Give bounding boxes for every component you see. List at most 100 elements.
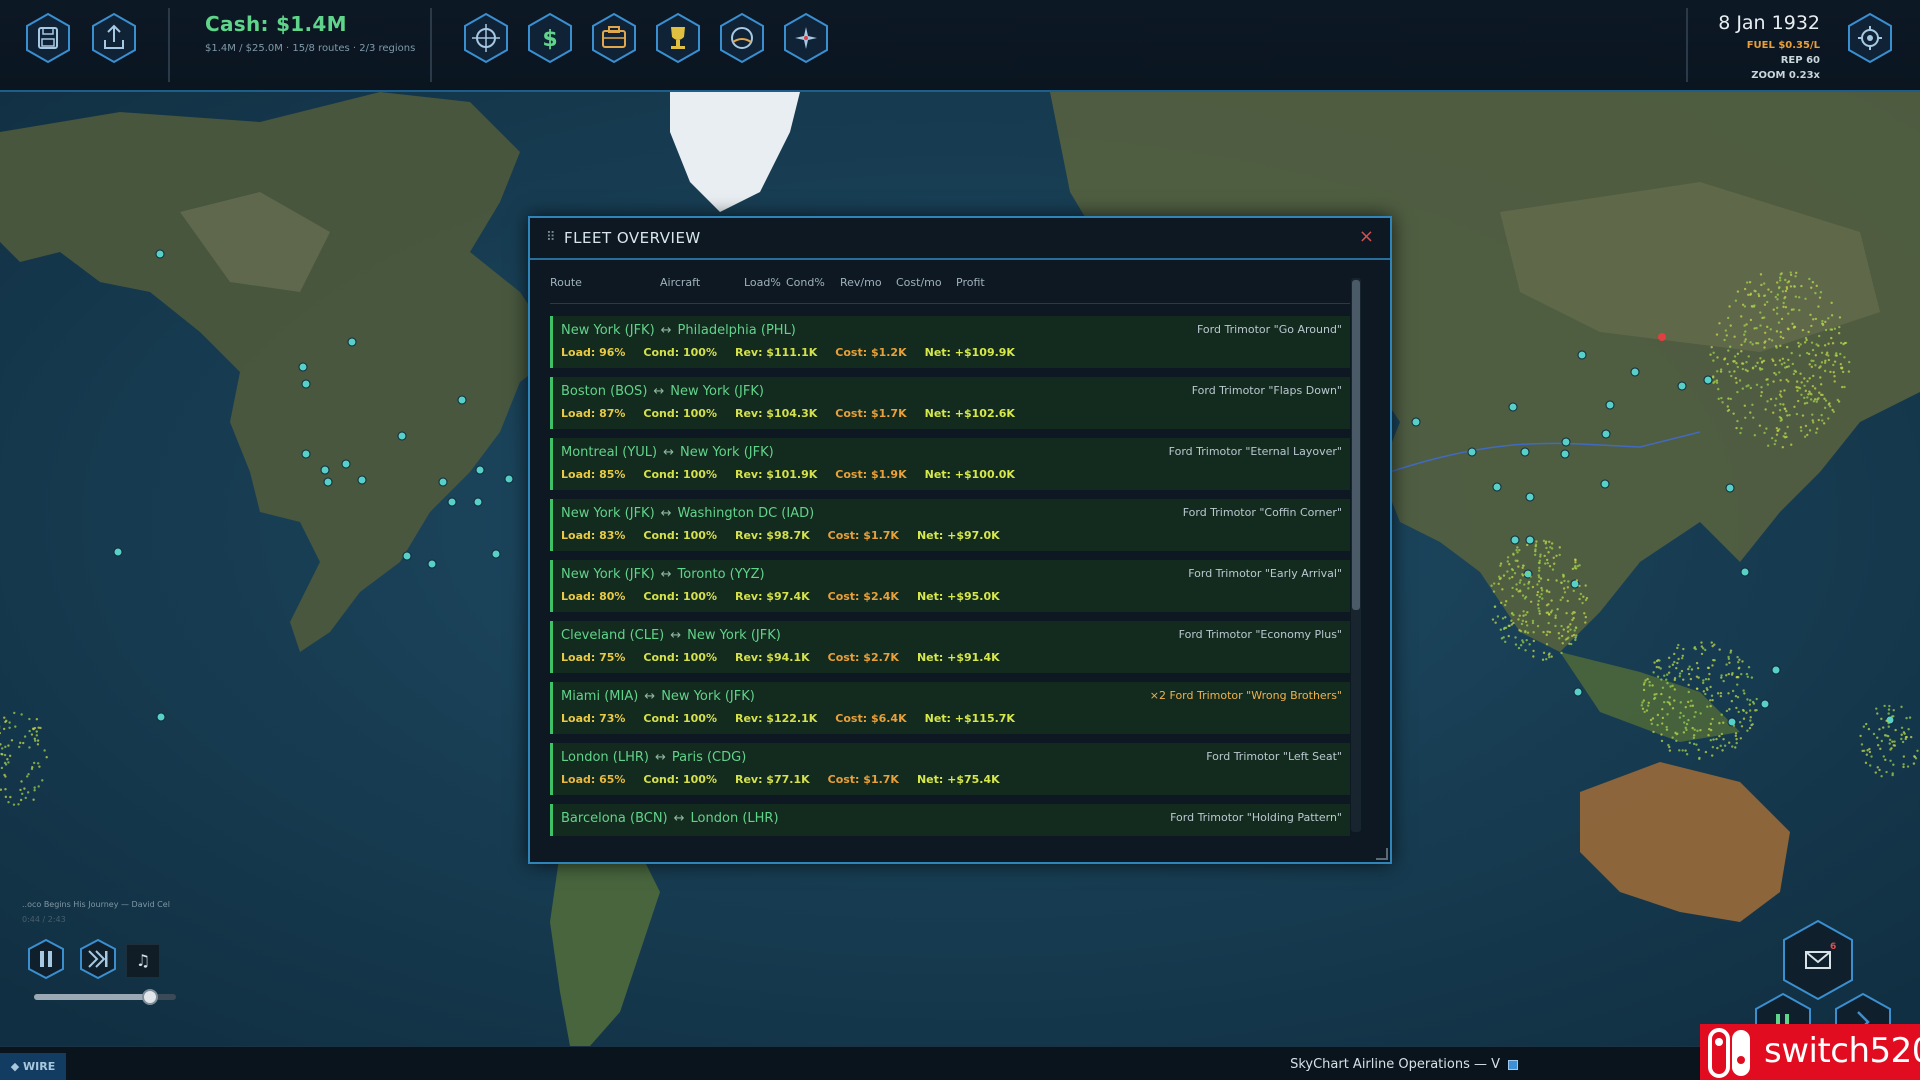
fleet-route-row[interactable]: Miami (MIA) ↔ New York (JFK) ×2 Ford Trimot… <box>550 682 1350 734</box>
route-origin: Boston (BOS) <box>561 384 648 399</box>
finance-button[interactable]: $ <box>526 12 574 64</box>
condition-value: Cond: 100% <box>643 346 717 359</box>
scrollbar-thumb[interactable] <box>1352 280 1360 610</box>
fleet-route-row[interactable]: Boston (BOS) ↔ New York (JFK) Ford Trimotor… <box>550 377 1350 429</box>
route-name: New York (JFK) ↔ Philadelphia (PHL) <box>561 323 796 338</box>
route-origin: New York (JFK) <box>561 506 655 521</box>
compass-icon <box>784 12 828 64</box>
route-arrow-icon: ↔ <box>653 384 665 399</box>
fleet-route-row[interactable]: New York (JFK) ↔ Washington DC (IAD) Ford T… <box>550 499 1350 551</box>
route-stats: Load: 87% Cond: 100% Rev: $104.3K Cost: $1.… <box>561 407 1033 420</box>
load-value: Load: 87% <box>561 407 626 420</box>
fleet-route-row[interactable]: New York (JFK) ↔ Philadelphia (PHL) Ford Tr… <box>550 316 1350 368</box>
revenue-value: Rev: $122.1K <box>734 712 818 725</box>
route-name: Barcelona (BCN) ↔ London (LHR) <box>561 811 779 826</box>
load-value: Load: 73% <box>561 712 626 725</box>
cost-value: Cost: $1.9K <box>835 468 907 481</box>
column-header-rev[interactable]: Rev/mo <box>840 276 882 289</box>
mail-icon <box>1783 919 1853 1001</box>
net-value: Net: +$109.9K <box>924 346 1015 359</box>
settings-button[interactable] <box>1846 12 1894 64</box>
route-origin: London (LHR) <box>561 750 649 765</box>
aircraft-name: Ford Trimotor "Left Seat" <box>1206 750 1342 763</box>
route-arrow-icon: ↔ <box>670 628 682 643</box>
top-bar: Cash: $1.4M $1.4M / $25.0M · 15/8 routes… <box>0 0 1920 92</box>
cash-summary: Cash: $1.4M $1.4M / $25.0M · 15/8 routes… <box>205 12 415 54</box>
briefcase-icon <box>592 12 636 64</box>
drag-handle-icon[interactable]: ⠿ <box>546 230 555 245</box>
music-library-button[interactable]: ♫ <box>126 944 160 978</box>
route-destination: New York (JFK) <box>687 628 781 643</box>
route-destination: New York (JFK) <box>670 384 764 399</box>
column-header-load[interactable]: Load% <box>744 276 781 289</box>
export-button[interactable] <box>90 12 138 64</box>
date-status: 8 Jan 1932 FUEL $0.35/L REP 60 ZOOM 0.23… <box>1718 12 1820 81</box>
cash-subtitle: $1.4M / $25.0M · 15/8 routes · 2/3 regio… <box>205 43 416 54</box>
achievements-button[interactable] <box>654 12 702 64</box>
pause-button[interactable] <box>26 938 66 980</box>
music-player: ..oco Begins His Journey — David Cel 0:4… <box>22 900 222 1010</box>
route-stats: Load: 75% Cond: 100% Rev: $94.1K Cost: $2.7… <box>561 651 1018 664</box>
fleet-route-row[interactable]: Cleveland (CLE) ↔ New York (JFK) Ford Trimo… <box>550 621 1350 673</box>
save-button[interactable] <box>24 12 72 64</box>
route-name: Cleveland (CLE) ↔ New York (JFK) <box>561 628 781 643</box>
aircraft-name: Ford Trimotor "Coffin Corner" <box>1182 506 1342 519</box>
divider <box>550 303 1350 304</box>
column-header-cond[interactable]: Cond% <box>786 276 825 289</box>
navigation-button[interactable] <box>782 12 830 64</box>
fleet-route-row[interactable]: London (LHR) ↔ Paris (CDG) Ford Trimotor "L… <box>550 743 1350 795</box>
load-value: Load: 80% <box>561 590 626 603</box>
net-value: Net: +$75.4K <box>916 773 1000 786</box>
route-destination: London (LHR) <box>690 811 779 826</box>
column-header-aircraft[interactable]: Aircraft <box>660 276 700 289</box>
divider <box>430 8 432 82</box>
skip-button[interactable] <box>78 938 118 980</box>
route-stats: Load: 83% Cond: 100% Rev: $98.7K Cost: $1.7… <box>561 529 1018 542</box>
fleet-route-row[interactable]: Barcelona (BCN) ↔ London (LHR) Ford Trimoto… <box>550 804 1350 836</box>
revenue-value: Rev: $98.7K <box>734 529 810 542</box>
revenue-value: Rev: $94.1K <box>734 651 810 664</box>
route-destination: Paris (CDG) <box>671 750 747 765</box>
crosshair-button[interactable] <box>462 12 510 64</box>
route-arrow-icon: ↔ <box>644 689 656 704</box>
fleet-route-row[interactable]: New York (JFK) ↔ Toronto (YYZ) Ford Trimoto… <box>550 560 1350 612</box>
fleet-button[interactable] <box>590 12 638 64</box>
condition-value: Cond: 100% <box>643 712 717 725</box>
route-arrow-icon: ↔ <box>663 445 675 460</box>
fleet-route-list[interactable]: New York (JFK) ↔ Philadelphia (PHL) Ford Tr… <box>550 316 1350 836</box>
revenue-value: Rev: $77.1K <box>734 773 810 786</box>
route-origin: Miami (MIA) <box>561 689 639 704</box>
route-origin: New York (JFK) <box>561 567 655 582</box>
divider <box>1686 8 1688 82</box>
footer-title: SkyChart Airline Operations — V <box>1290 1057 1500 1072</box>
load-value: Load: 65% <box>561 773 626 786</box>
world-button[interactable] <box>718 12 766 64</box>
route-arrow-icon: ↔ <box>654 750 666 765</box>
watermark: switch520 <box>1700 1024 1920 1080</box>
route-origin: New York (JFK) <box>561 323 655 338</box>
route-name: Boston (BOS) ↔ New York (JFK) <box>561 384 764 399</box>
dollar-icon: $ <box>528 12 572 64</box>
crosshair-icon <box>464 12 508 64</box>
wire-button[interactable]: ◆ WIRE <box>0 1053 66 1080</box>
skip-forward-icon <box>80 938 116 980</box>
route-name: New York (JFK) ↔ Toronto (YYZ) <box>561 567 765 582</box>
scrollbar[interactable] <box>1351 278 1361 832</box>
panel-header[interactable]: ⠿ FLEET OVERVIEW × <box>530 218 1390 260</box>
mail-button[interactable]: 6 <box>1780 918 1856 1002</box>
aircraft-name: Ford Trimotor "Economy Plus" <box>1178 628 1342 641</box>
export-icon <box>92 12 136 64</box>
column-headers: Route Aircraft Load% Cond% Rev/mo Cost/m… <box>550 276 1350 296</box>
cost-value: Cost: $1.7K <box>827 773 899 786</box>
divider <box>168 8 170 82</box>
close-button[interactable]: × <box>1359 226 1374 247</box>
column-header-profit[interactable]: Profit <box>956 276 985 289</box>
route-arrow-icon: ↔ <box>673 811 685 826</box>
fleet-route-row[interactable]: Montreal (YUL) ↔ New York (JFK) Ford Trimot… <box>550 438 1350 490</box>
column-header-cost[interactable]: Cost/mo <box>896 276 942 289</box>
route-destination: New York (JFK) <box>680 445 774 460</box>
resize-handle-icon[interactable] <box>1376 848 1388 860</box>
volume-slider-handle[interactable] <box>142 989 159 1005</box>
column-header-route[interactable]: Route <box>550 276 582 289</box>
panel-title: FLEET OVERVIEW <box>564 229 701 247</box>
